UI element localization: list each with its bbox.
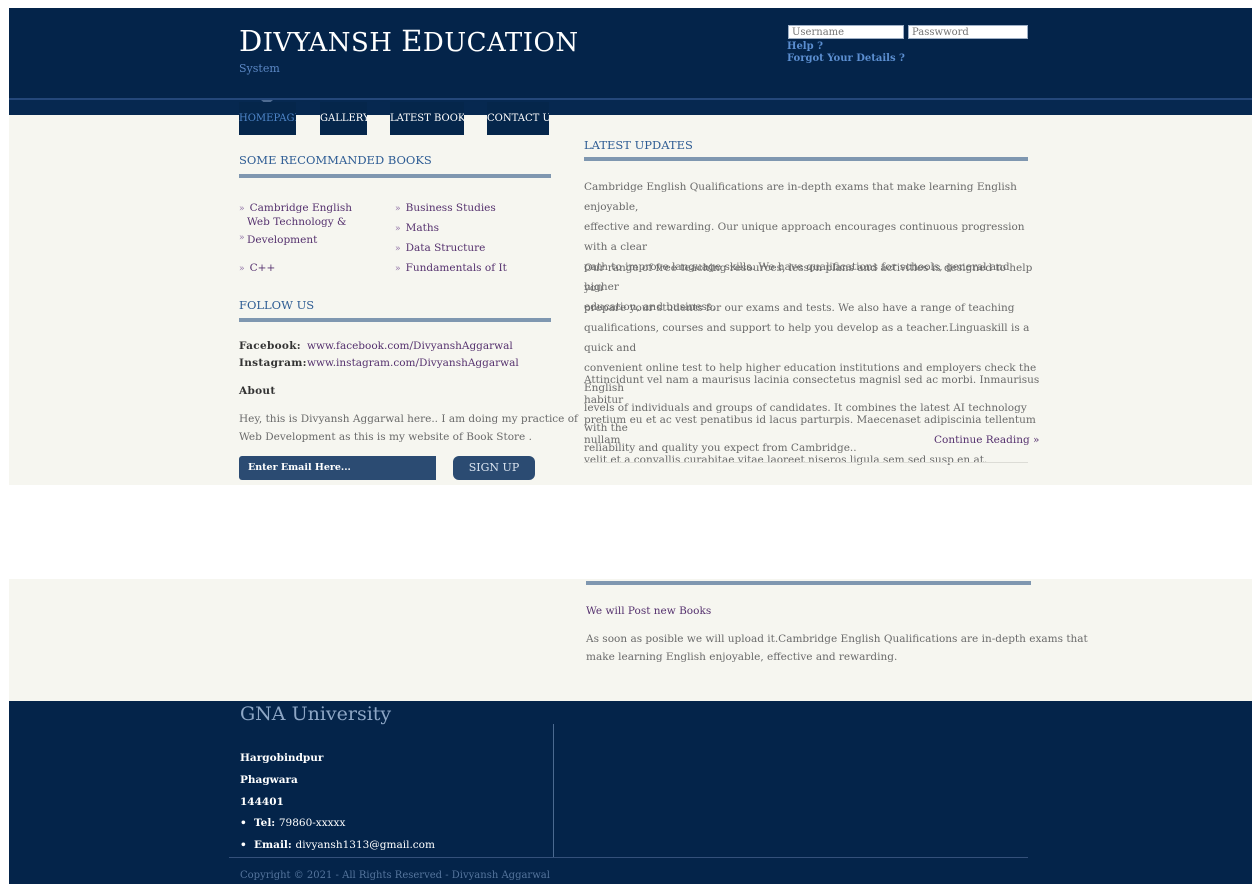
bullet-icon: » <box>395 204 401 214</box>
footer-email: • Email: divyansh1313@gmail.com <box>240 839 435 851</box>
footer-address-line3: 144401 <box>240 796 284 808</box>
book-item-cpp[interactable]: » C++ <box>239 256 275 275</box>
email-value[interactable]: divyansh1313@gmail.com <box>295 839 435 851</box>
bullet-icon: » <box>239 233 245 243</box>
tel-value: 79860-xxxxx <box>278 817 346 829</box>
book-item-data-structure[interactable]: » Data Structure <box>395 236 485 255</box>
newsletter-email-input[interactable]: Enter Email Here... <box>239 456 436 480</box>
bullet-icon: • <box>240 817 247 829</box>
site-subtitle: System <box>239 62 280 75</box>
updates-end-divider <box>584 462 1028 463</box>
books-section-rule <box>239 174 551 178</box>
bullet-icon: » <box>395 224 401 234</box>
instagram-link[interactable]: www.instagram.com/DivyanshAggarwal <box>307 357 519 369</box>
book-link-label: Fundamentals of It <box>405 262 507 274</box>
facebook-label: Facebook: <box>239 340 301 352</box>
book-item-cambridge[interactable]: » Cambridge English <box>239 196 352 215</box>
text-line: prepare your students for our exams and … <box>584 302 1015 314</box>
book-item-webtech[interactable]: Web Technology & <box>247 216 346 228</box>
footer-column-divider <box>553 724 554 857</box>
footer-divider <box>229 857 1028 858</box>
password-input[interactable] <box>908 25 1028 39</box>
post-title: We will Post new Books <box>586 605 712 617</box>
updates-section-title: LATEST UPDATES <box>584 138 693 152</box>
text-line: Attincidunt vel nam a maurisus lacinia c… <box>584 374 1040 406</box>
nav-gallery[interactable]: GALLERY <box>320 102 367 135</box>
book-link-label: Maths <box>405 222 439 234</box>
bullet-icon: » <box>239 204 245 214</box>
book-link-label: Cambridge English <box>249 202 352 214</box>
book-item-webtech-line2[interactable]: Development <box>247 234 317 246</box>
instagram-label: Instagram: <box>239 357 307 369</box>
nav-latest-books[interactable]: LATEST BOOKS <box>390 102 464 135</box>
forgot-details-link[interactable]: Forgot Your Details ? <box>787 53 905 64</box>
footer-address-line2: Phagwara <box>240 774 298 786</box>
facebook-link[interactable]: www.facebook.com/DivyanshAggarwal <box>307 340 513 352</box>
footer-title: GNA University <box>240 703 392 725</box>
nav-contact-us[interactable]: CONTACT US <box>487 102 549 135</box>
book-link-label: Business Studies <box>405 202 496 214</box>
copyright-text: Copyright © 2021 - All Rights Reserved -… <box>240 870 550 881</box>
updates-paragraph-3: Attincidunt vel nam a maurisus lacinia c… <box>584 370 1044 470</box>
follow-section-rule <box>239 318 551 322</box>
updates-section-rule <box>584 157 1028 161</box>
about-text-line1: Hey, this is Divyansh Aggarwal here.. I … <box>239 413 578 425</box>
username-input[interactable] <box>788 25 904 39</box>
brand-initial-1: D <box>239 24 263 58</box>
bullet-icon: » <box>395 244 401 254</box>
book-link-label: C++ <box>249 262 276 274</box>
about-heading: About <box>239 385 276 397</box>
text-line: Our range of free teaching resources, le… <box>584 262 1033 294</box>
email-label: Email: <box>254 839 292 851</box>
continue-reading-link[interactable]: Continue Reading » <box>934 434 1039 446</box>
text-line: qualifications, courses and support to h… <box>584 322 1030 354</box>
help-link[interactable]: Help ? <box>787 41 823 52</box>
brand-word-1: IVYANSH <box>262 28 402 58</box>
brand-initial-2: E <box>401 24 423 58</box>
nav-band <box>9 100 1252 115</box>
tel-label: Tel: <box>254 817 276 829</box>
book-link-label: Data Structure <box>405 242 486 254</box>
about-text-line2: Web Development as this is my website of… <box>239 431 532 443</box>
footer-address-line1: Hargobindpur <box>240 752 324 764</box>
nav-homepage[interactable]: HOMEPAGE <box>239 102 296 135</box>
text-line: velit et a convallis curabitae vitae lao… <box>584 454 988 466</box>
text-line: Cambridge English Qualifications are in-… <box>584 181 1017 213</box>
books-section-title: SOME RECOMMANDED BOOKS <box>239 153 432 167</box>
bullet-icon: » <box>239 264 245 274</box>
post-text-line1: As soon as posible we will upload it.Cam… <box>586 633 1088 645</box>
post-text-line2: make learning English enjoyable, effecti… <box>586 651 898 663</box>
site-logo[interactable]: DIVYANSH EDUCATION <box>239 24 579 58</box>
signup-button[interactable]: SIGN UP <box>453 456 535 480</box>
book-item-maths[interactable]: » Maths <box>395 216 439 235</box>
site-header <box>9 8 1252 98</box>
book-item-business[interactable]: » Business Studies <box>395 196 496 215</box>
brand-word-2: DUCATION <box>422 28 579 58</box>
bullet-icon: » <box>395 264 401 274</box>
post-section-rule <box>586 581 1031 585</box>
text-line: effective and rewarding. Our unique appr… <box>584 221 1025 253</box>
book-item-fundamentals[interactable]: » Fundamentals of It <box>395 256 507 275</box>
follow-section-title: FOLLOW US <box>239 298 315 312</box>
bullet-icon: • <box>240 839 247 851</box>
footer-tel: • Tel: 79860-xxxxx <box>240 817 345 829</box>
